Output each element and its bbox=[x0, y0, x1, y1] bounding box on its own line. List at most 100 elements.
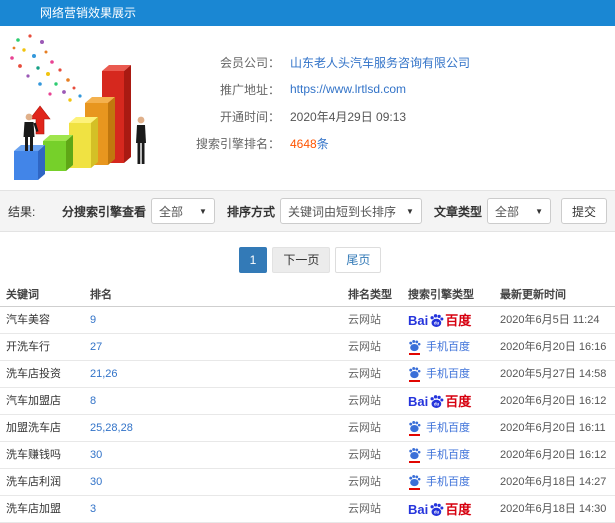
table-row: 洗车赚钱吗 30 云网站 手机百度 2020年6月20日 16:12 bbox=[0, 442, 615, 469]
rank-link[interactable]: 25,28,28 bbox=[90, 422, 133, 434]
table-row: 洗车店投资 21,26 云网站 手机百度 2020年5月27日 14:58 bbox=[0, 361, 615, 388]
updated-cell: 2020年6月18日 14:30 bbox=[500, 503, 607, 515]
sort-value: 关键词由短到长排序 bbox=[287, 204, 396, 219]
pagination: 1 下一页 尾页 bbox=[0, 247, 615, 273]
company-info: 会员公司： 山东老人头汽车服务咨询有限公司 推广地址： https://www.… bbox=[186, 54, 470, 162]
rank-type-cell: 云网站 bbox=[348, 395, 381, 407]
next-page-button[interactable]: 下一页 bbox=[272, 247, 331, 273]
article-type-label: 文章类型 bbox=[433, 204, 482, 219]
company-label: 会员公司： bbox=[219, 55, 280, 70]
rank-type-cell: 云网站 bbox=[348, 503, 381, 515]
rank-link[interactable]: 3 bbox=[90, 503, 96, 515]
bar-green bbox=[43, 135, 73, 171]
table-row: 洗车店利润 30 云网站 手机百度 2020年6月18日 14:27 bbox=[0, 469, 615, 496]
rank-link[interactable]: 30 bbox=[90, 449, 102, 461]
baidu-paw-icon: du bbox=[429, 394, 444, 409]
engine-cell: Bai du 百度 bbox=[400, 502, 492, 517]
keyword-cell: 汽车加盟店 bbox=[6, 395, 61, 407]
keyword-cell: 洗车店利润 bbox=[6, 476, 61, 488]
info-row-company: 会员公司： 山东老人头汽车服务咨询有限公司 bbox=[186, 54, 470, 70]
engine-cell: 手机百度 bbox=[400, 334, 492, 360]
baidu-logo-bai: Bai bbox=[408, 312, 429, 328]
table-row: 开洗车行 27 云网站 手机百度 2020年6月20日 16:16 bbox=[0, 334, 615, 361]
rank-type-cell: 云网站 bbox=[348, 422, 381, 434]
table-header: 关键词 排名 排名类型 搜索引擎类型 最新更新时间 bbox=[0, 284, 615, 307]
baidu-paw-icon bbox=[408, 339, 421, 355]
chevron-down-icon: ▼ bbox=[535, 206, 543, 216]
rank-link[interactable]: 8 bbox=[90, 395, 96, 407]
open-time-label: 开通时间： bbox=[219, 109, 280, 124]
last-page-button[interactable]: 尾页 bbox=[335, 247, 382, 273]
baidu-logo-text: 百度 bbox=[445, 501, 472, 517]
engine-cell: 手机百度 bbox=[400, 361, 492, 387]
keyword-cell: 开洗车行 bbox=[6, 341, 50, 353]
header-rank-type: 排名类型 bbox=[348, 289, 392, 301]
engine-filter-value: 全部 bbox=[158, 204, 183, 219]
rank-type-cell: 云网站 bbox=[348, 449, 381, 461]
engine-filter-select[interactable]: 全部 ▼ bbox=[150, 198, 215, 224]
baidu-paw-icon: du bbox=[429, 502, 444, 517]
promo-url-label: 推广地址： bbox=[219, 82, 280, 97]
engine-label: 手机百度 bbox=[426, 449, 470, 461]
result-label: 结果: bbox=[8, 204, 36, 219]
updated-cell: 2020年6月20日 16:12 bbox=[500, 395, 607, 407]
submit-button[interactable]: 提交 bbox=[560, 198, 607, 224]
rank-type-cell: 云网站 bbox=[348, 368, 381, 380]
keyword-cell: 洗车赚钱吗 bbox=[6, 449, 61, 461]
keyword-cell: 汽车美容 bbox=[6, 314, 50, 326]
baidu-paw-icon bbox=[408, 420, 421, 436]
baidu-paw-icon bbox=[408, 447, 421, 463]
company-name-link[interactable]: 山东老人头汽车服务咨询有限公司 bbox=[290, 54, 470, 71]
open-time-value: 2020年4月29日 09:13 bbox=[290, 109, 407, 124]
info-section: 会员公司： 山东老人头汽车服务咨询有限公司 推广地址： https://www.… bbox=[0, 26, 615, 190]
header-keyword: 关键词 bbox=[6, 289, 39, 301]
header-engine-type: 搜索引擎类型 bbox=[408, 289, 474, 301]
baidu-logo-bai: Bai bbox=[408, 501, 429, 517]
rank-type-cell: 云网站 bbox=[348, 341, 381, 353]
engine-label: 手机百度 bbox=[426, 476, 470, 488]
rank-link[interactable]: 30 bbox=[90, 476, 102, 488]
engine-cell: 手机百度 bbox=[400, 469, 492, 495]
table-row: 汽车加盟店 8 云网站 Bai du 百度 2020年6月20日 16:12 bbox=[0, 388, 615, 415]
article-type-select[interactable]: 全部 ▼ bbox=[486, 198, 551, 224]
updated-cell: 2020年6月5日 11:24 bbox=[500, 314, 600, 326]
info-row-rank-count: 搜索引擎排名： 4648条 bbox=[186, 135, 470, 151]
page-1-button[interactable]: 1 bbox=[238, 247, 268, 273]
info-row-open-time: 开通时间： 2020年4月29日 09:13 bbox=[186, 108, 470, 124]
header-updated: 最新更新时间 bbox=[500, 289, 566, 301]
chevron-down-icon: ▼ bbox=[406, 206, 414, 216]
updated-cell: 2020年6月20日 16:16 bbox=[500, 341, 607, 353]
promo-url-link[interactable]: https://www.lrtlsd.com bbox=[290, 82, 406, 96]
updated-cell: 2020年5月27日 14:58 bbox=[500, 368, 607, 380]
sort-select[interactable]: 关键词由短到长排序 ▼ bbox=[279, 198, 422, 224]
updated-cell: 2020年6月20日 16:11 bbox=[500, 422, 606, 434]
rank-type-cell: 云网站 bbox=[348, 314, 381, 326]
rank-link[interactable]: 27 bbox=[90, 341, 102, 353]
confetti-dots bbox=[10, 34, 82, 102]
baidu-paw-icon bbox=[408, 366, 421, 382]
svg-text:du: du bbox=[434, 320, 440, 325]
filter-bar: 结果: 分搜索引擎查看 全部 ▼ 排序方式 关键词由短到长排序 ▼ 文章类型 全… bbox=[0, 190, 615, 232]
engine-filter-label: 分搜索引擎查看 bbox=[61, 204, 146, 219]
baidu-logo-text: 百度 bbox=[445, 312, 472, 328]
bar-yellow bbox=[69, 117, 98, 168]
rank-count-value: 4648条 bbox=[290, 135, 329, 152]
engine-label: 手机百度 bbox=[426, 422, 470, 434]
engine-label: 手机百度 bbox=[426, 341, 470, 353]
svg-text:du: du bbox=[434, 509, 440, 514]
bar-chart-illustration bbox=[0, 28, 182, 188]
info-row-url: 推广地址： https://www.lrtlsd.com bbox=[186, 81, 470, 97]
page-title: 网络营销效果展示 bbox=[0, 0, 615, 26]
article-type-value: 全部 bbox=[494, 204, 519, 219]
rank-type-cell: 云网站 bbox=[348, 476, 381, 488]
engine-cell: 手机百度 bbox=[400, 415, 492, 441]
keyword-cell: 洗车店加盟 bbox=[6, 503, 61, 515]
rank-link[interactable]: 21,26 bbox=[90, 368, 118, 380]
sort-label: 排序方式 bbox=[226, 204, 275, 219]
bar-blue bbox=[14, 145, 45, 180]
keyword-cell: 洗车店投资 bbox=[6, 368, 61, 380]
svg-text:du: du bbox=[434, 401, 440, 406]
baidu-paw-icon bbox=[408, 474, 421, 490]
rank-link[interactable]: 9 bbox=[90, 314, 96, 326]
keyword-ranking-table: 关键词 排名 排名类型 搜索引擎类型 最新更新时间 汽车美容 9 云网站 Bai… bbox=[0, 284, 615, 523]
